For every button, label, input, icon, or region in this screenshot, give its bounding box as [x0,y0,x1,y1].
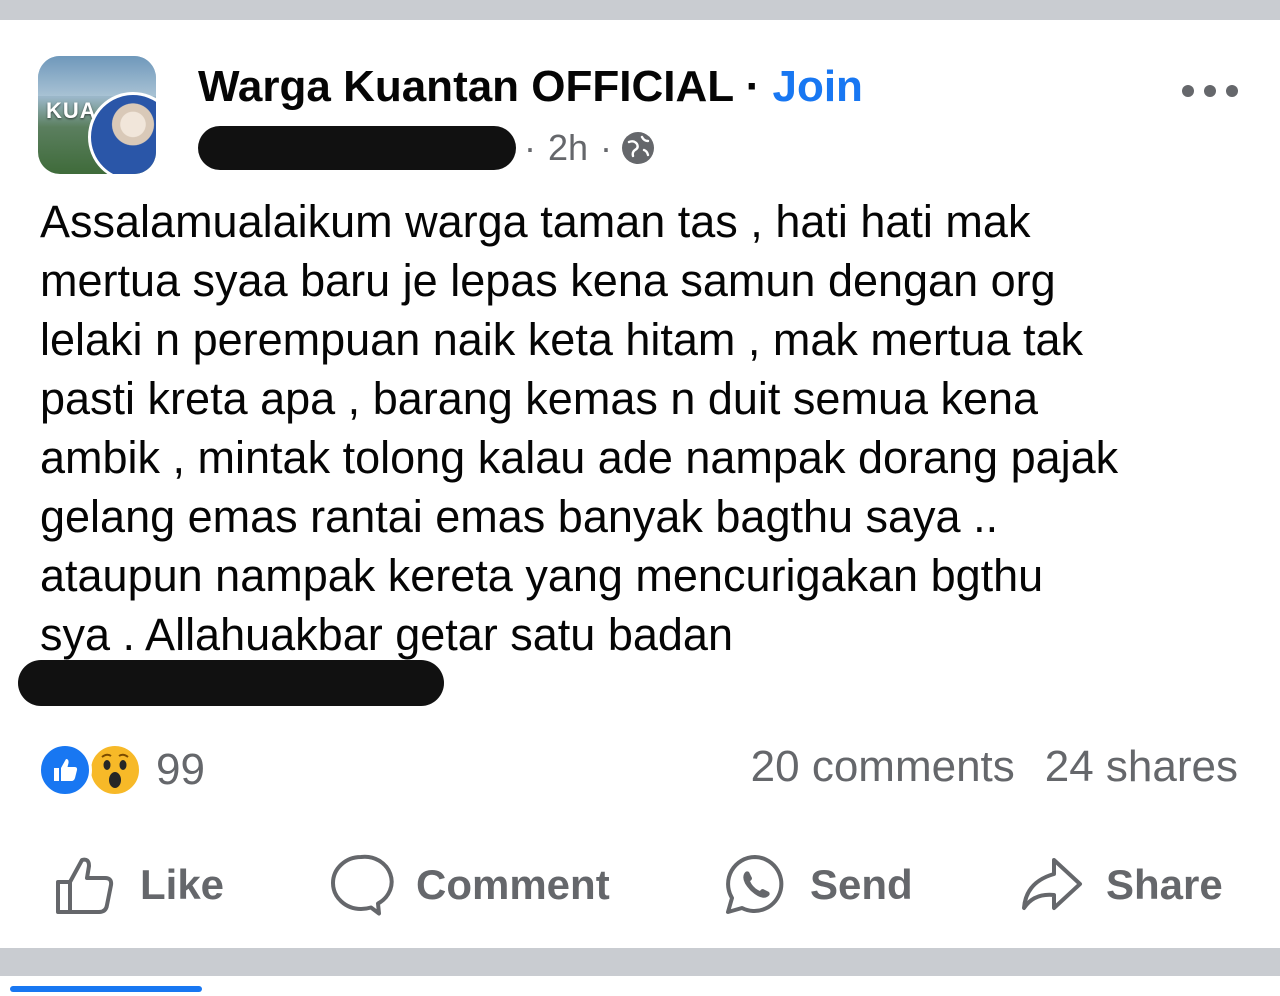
avatar-profile-photo [88,92,156,174]
comments-count[interactable]: 20 comments [751,742,1015,792]
post-body-line: ataupun nampak kereta yang mencurigakan … [40,550,1044,601]
scroll-indicator [10,986,202,992]
comment-label: Comment [416,861,610,908]
bottom-divider [0,948,1280,976]
redacted-phone-number [18,660,444,706]
post-body-line: mertua syaa baru je lepas kena samun den… [40,255,1056,306]
more-dot [1226,85,1238,97]
top-divider [0,0,1280,20]
join-button[interactable]: Join [772,62,862,111]
post-body-line: gelang emas rantai emas banyak bagthu sa… [40,491,999,542]
thumbs-up-icon [56,857,114,914]
post-body-line: Assalamualaikum warga taman tas , hati h… [40,196,1031,247]
send-label: Send [810,861,913,908]
reactions-summary[interactable]: 99 [38,742,205,798]
post-body-line: sya . Allahuakbar getar satu badan [40,609,733,660]
redacted-author-name [198,126,516,170]
wow-reaction-icon [88,743,142,797]
post-header: KUA Warga Kuantan OFFICIAL · Join · 2h · [38,56,1248,176]
comment-bubble-icon [331,854,394,916]
whatsapp-icon [726,855,784,914]
shares-count[interactable]: 24 shares [1045,742,1238,792]
post-body-line: lelaki n perempuan naik keta hitam , mak… [40,314,1083,365]
more-dot [1182,85,1194,97]
meta-separator-1: · [524,127,536,168]
meta-separator-2: · [600,127,613,168]
post-body-line: ambik , mintak tolong kalau ade nampak d… [40,432,1119,483]
comment-button[interactable]: Comment [328,850,610,920]
post-meta: · 2h · [198,126,656,170]
share-arrow-icon [1022,858,1082,910]
engagement-stats: 20 comments 24 shares [751,742,1238,792]
reaction-count: 99 [156,745,205,794]
more-dot [1204,85,1216,97]
post-title-line: Warga Kuantan OFFICIAL · Join [198,62,863,112]
like-button[interactable]: Like [52,850,224,920]
like-label: Like [140,861,225,908]
like-reaction-icon [38,743,92,797]
share-button[interactable]: Share [1018,850,1223,920]
post-time[interactable]: 2h [548,127,588,169]
more-icon[interactable] [1182,76,1238,106]
avatar-text: KUA [46,98,97,123]
post-body-line: pasti kreta apa , barang kemas n duit se… [40,373,1039,424]
action-bar: Like Comment Send Share [0,850,1280,920]
globe-icon [622,132,655,164]
title-separator: · [745,62,761,111]
group-avatar[interactable]: KUA [38,56,156,174]
group-name-link[interactable]: Warga Kuantan OFFICIAL [198,62,733,111]
post-body: Assalamualaikum warga taman tas , hati h… [40,192,1250,664]
avatar-sky [38,56,156,96]
send-button[interactable]: Send [722,850,913,920]
share-label: Share [1106,861,1223,908]
